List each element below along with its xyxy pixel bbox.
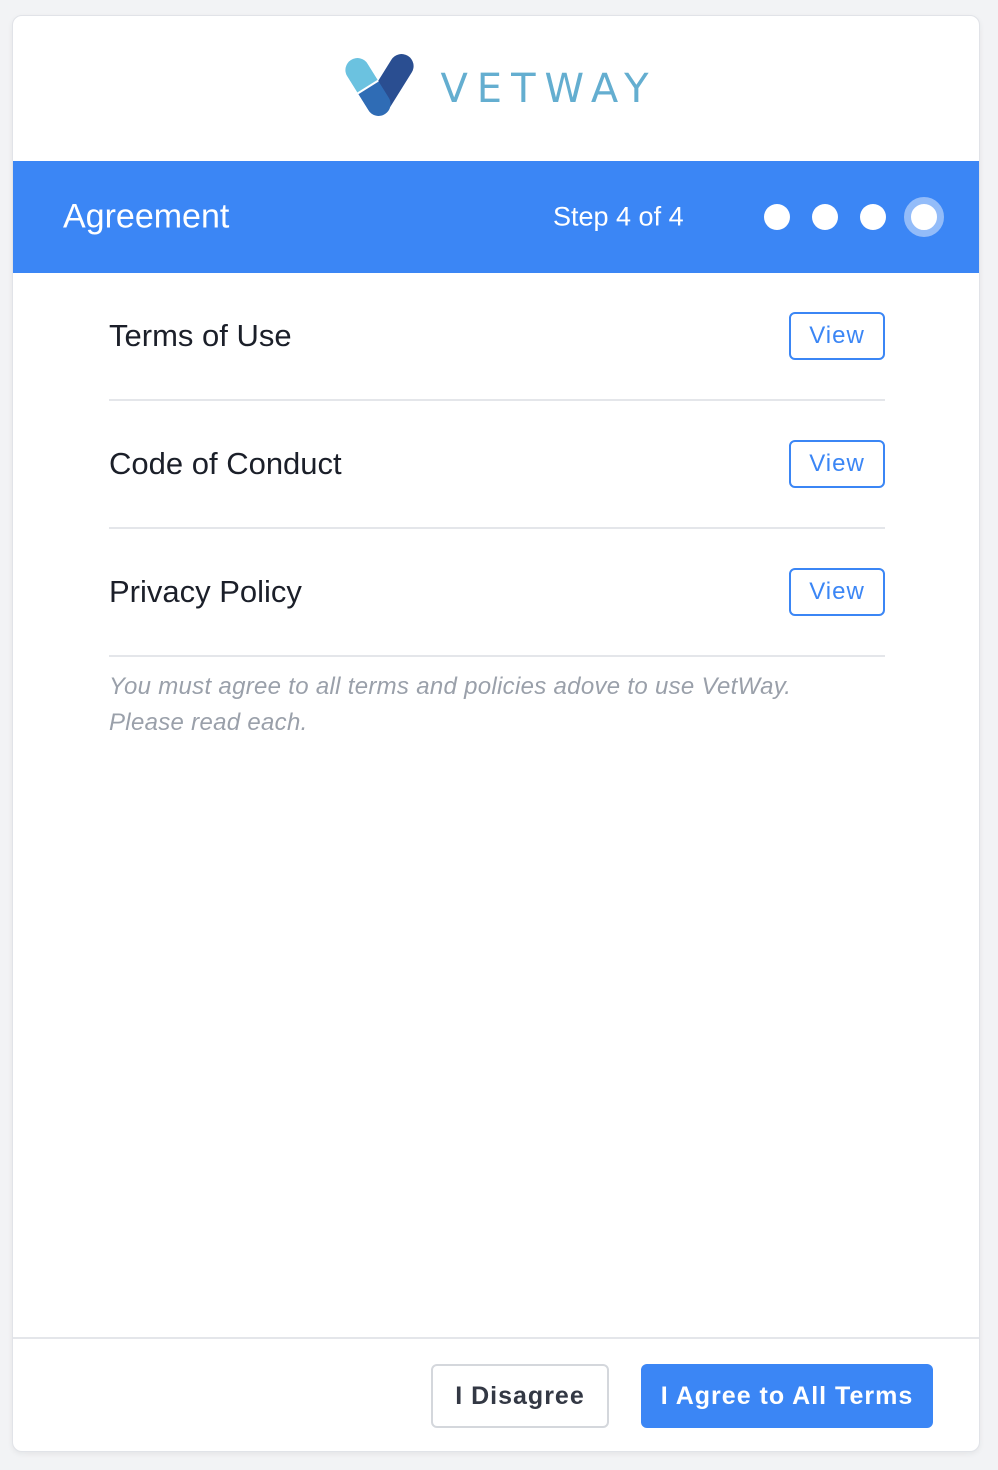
document-label: Code of Conduct <box>109 446 342 481</box>
agree-all-button[interactable]: I Agree to All Terms <box>641 1364 933 1428</box>
step-header: Agreement Step 4 of 4 <box>13 161 979 273</box>
page-title: Agreement <box>63 197 230 236</box>
documents-list: Terms of Use View Code of Conduct View P… <box>109 273 885 741</box>
view-terms-button[interactable]: View <box>789 312 885 360</box>
agreement-note-line-1: You must agree to all terms and policies… <box>109 673 792 700</box>
step-dot-1 <box>764 204 790 230</box>
document-label: Privacy Policy <box>109 574 302 609</box>
agreement-note-line-2: Please read each. <box>109 709 308 736</box>
step-dot-3 <box>860 204 886 230</box>
view-privacy-policy-button[interactable]: View <box>789 568 885 616</box>
step-dot-2 <box>812 204 838 230</box>
logo-area: VETWAY <box>13 16 979 161</box>
agreement-card: VETWAY Agreement Step 4 of 4 Terms of Us… <box>12 15 980 1452</box>
step-dot-4-current <box>904 197 944 237</box>
step-indicator-label: Step 4 of 4 <box>553 201 684 232</box>
step-progress-dots <box>764 197 944 237</box>
brand-name: VETWAY <box>440 65 658 112</box>
disagree-button[interactable]: I Disagree <box>431 1364 609 1428</box>
brand-logo: VETWAY <box>334 49 657 129</box>
view-code-of-conduct-button[interactable]: View <box>789 440 885 488</box>
agreement-note: You must agree to all terms and policies… <box>109 669 885 741</box>
list-item-terms-of-use: Terms of Use View <box>109 273 885 401</box>
list-item-code-of-conduct: Code of Conduct View <box>109 401 885 529</box>
action-footer: I Disagree I Agree to All Terms <box>13 1337 979 1451</box>
list-item-privacy-policy: Privacy Policy View <box>109 529 885 657</box>
document-label: Terms of Use <box>109 318 292 353</box>
pill-v-logo-icon <box>341 53 415 120</box>
